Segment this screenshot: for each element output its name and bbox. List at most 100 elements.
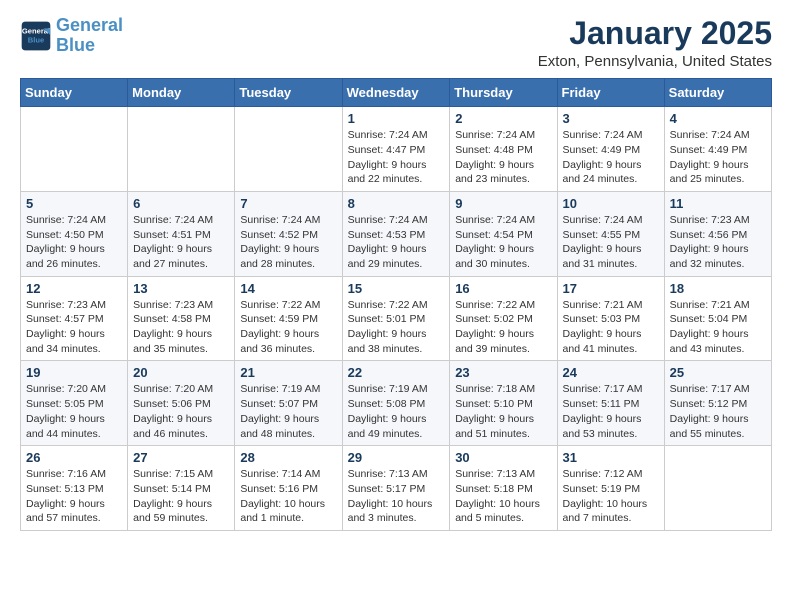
table-row [21,107,128,192]
calendar: Sunday Monday Tuesday Wednesday Thursday… [20,78,772,531]
logo-line2: Blue [56,35,95,55]
table-row [664,446,771,531]
table-row: 11Sunrise: 7:23 AMSunset: 4:56 PMDayligh… [664,191,771,276]
table-row: 16Sunrise: 7:22 AMSunset: 5:02 PMDayligh… [450,276,557,361]
day-info: Sunrise: 7:24 AMSunset: 4:49 PMDaylight:… [563,128,659,187]
table-row: 22 Sunrise: 7:19 AMSunset: 5:08 PMDayligh… [342,361,450,446]
day-number: 1 [348,111,445,126]
day-number: 27 [133,450,229,465]
table-row: 14 Sunrise: 7:22 AMSunset: 4:59 PMDayligh… [235,276,342,361]
table-row: 7 Sunrise: 7:24 AMSunset: 4:52 PMDaylight… [235,191,342,276]
logo: General Blue General Blue [20,16,123,56]
location-title: Exton, Pennsylvania, United States [538,53,772,70]
header-wednesday: Wednesday [342,79,450,107]
table-row: 18Sunrise: 7:21 AMSunset: 5:04 PMDayligh… [664,276,771,361]
day-info: Sunrise: 7:24 AMSunset: 4:54 PMDaylight:… [455,213,551,272]
table-row: 13 Sunrise: 7:23 AMSunset: 4:58 PMDayligh… [128,276,235,361]
day-number: 13 [133,281,229,296]
day-info: Sunrise: 7:21 AMSunset: 5:04 PMDaylight:… [670,298,766,357]
header-monday: Monday [128,79,235,107]
day-info: Sunrise: 7:21 AMSunset: 5:03 PMDaylight:… [563,298,659,357]
calendar-week-3: 12 Sunrise: 7:23 AMSunset: 4:57 PMDayligh… [21,276,772,361]
table-row: 29Sunrise: 7:13 AMSunset: 5:17 PMDayligh… [342,446,450,531]
table-row: 17 Sunrise: 7:21 AMSunset: 5:03 PMDayligh… [557,276,664,361]
header-friday: Friday [557,79,664,107]
day-info: Sunrise: 7:24 AMSunset: 4:51 PMDaylight:… [133,213,229,272]
day-number: 9 [455,196,551,211]
table-row: 26 Sunrise: 7:16 AMSunset: 5:13 PMDayligh… [21,446,128,531]
day-info: Sunrise: 7:16 AMSunset: 5:13 PMDaylight:… [26,467,122,526]
svg-text:General: General [22,26,50,35]
day-info: Sunrise: 7:24 AMSunset: 4:55 PMDaylight:… [563,213,659,272]
svg-text:Blue: Blue [28,36,44,45]
day-number: 31 [563,450,659,465]
table-row: 23 Sunrise: 7:18 AMSunset: 5:10 PMDayligh… [450,361,557,446]
calendar-week-4: 19 Sunrise: 7:20 AMSunset: 5:05 PMDayligh… [21,361,772,446]
table-row: 5Sunrise: 7:24 AMSunset: 4:50 PMDaylight… [21,191,128,276]
day-number: 21 [240,365,336,380]
day-number: 19 [26,365,122,380]
logo-icon: General Blue [20,20,52,52]
logo-text: General Blue [56,16,123,56]
day-info: Sunrise: 7:17 AMSunset: 5:12 PMDaylight:… [670,382,766,441]
header-tuesday: Tuesday [235,79,342,107]
day-number: 23 [455,365,551,380]
day-info: Sunrise: 7:13 AMSunset: 5:18 PMDaylight:… [455,467,551,526]
table-row: 10 Sunrise: 7:24 AMSunset: 4:55 PMDayligh… [557,191,664,276]
table-row [235,107,342,192]
table-row: 21 Sunrise: 7:19 AMSunset: 5:07 PMDayligh… [235,361,342,446]
day-info: Sunrise: 7:15 AMSunset: 5:14 PMDaylight:… [133,467,229,526]
day-info: Sunrise: 7:24 AMSunset: 4:50 PMDaylight:… [26,213,122,272]
day-info: Sunrise: 7:14 AMSunset: 5:16 PMDaylight:… [240,467,336,526]
day-info: Sunrise: 7:24 AMSunset: 4:53 PMDaylight:… [348,213,445,272]
day-number: 17 [563,281,659,296]
day-number: 7 [240,196,336,211]
table-row: 20Sunrise: 7:20 AMSunset: 5:06 PMDayligh… [128,361,235,446]
logo-line1: General [56,15,123,35]
day-number: 28 [240,450,336,465]
day-number: 3 [563,111,659,126]
day-info: Sunrise: 7:23 AMSunset: 4:57 PMDaylight:… [26,298,122,357]
day-info: Sunrise: 7:23 AMSunset: 4:58 PMDaylight:… [133,298,229,357]
day-number: 4 [670,111,766,126]
day-info: Sunrise: 7:24 AMSunset: 4:48 PMDaylight:… [455,128,551,187]
day-number: 10 [563,196,659,211]
day-info: Sunrise: 7:19 AMSunset: 5:07 PMDaylight:… [240,382,336,441]
page: General Blue General Blue January 2025 E… [0,0,792,612]
day-number: 11 [670,196,766,211]
day-number: 24 [563,365,659,380]
day-info: Sunrise: 7:22 AMSunset: 5:01 PMDaylight:… [348,298,445,357]
day-number: 6 [133,196,229,211]
calendar-week-2: 5Sunrise: 7:24 AMSunset: 4:50 PMDaylight… [21,191,772,276]
table-row: 1 Sunrise: 7:24 AMSunset: 4:47 PMDaylight… [342,107,450,192]
day-number: 22 [348,365,445,380]
day-info: Sunrise: 7:22 AMSunset: 4:59 PMDaylight:… [240,298,336,357]
table-row: 25Sunrise: 7:17 AMSunset: 5:12 PMDayligh… [664,361,771,446]
day-info: Sunrise: 7:24 AMSunset: 4:52 PMDaylight:… [240,213,336,272]
table-row: 2Sunrise: 7:24 AMSunset: 4:48 PMDaylight… [450,107,557,192]
calendar-header-row: Sunday Monday Tuesday Wednesday Thursday… [21,79,772,107]
day-info: Sunrise: 7:18 AMSunset: 5:10 PMDaylight:… [455,382,551,441]
day-number: 14 [240,281,336,296]
header: General Blue General Blue January 2025 E… [20,16,772,70]
day-number: 30 [455,450,551,465]
header-thursday: Thursday [450,79,557,107]
day-number: 20 [133,365,229,380]
table-row: 3 Sunrise: 7:24 AMSunset: 4:49 PMDaylight… [557,107,664,192]
day-info: Sunrise: 7:24 AMSunset: 4:47 PMDaylight:… [348,128,445,187]
table-row: 28 Sunrise: 7:14 AMSunset: 5:16 PMDayligh… [235,446,342,531]
day-number: 26 [26,450,122,465]
day-info: Sunrise: 7:19 AMSunset: 5:08 PMDaylight:… [348,382,445,441]
table-row: 15Sunrise: 7:22 AMSunset: 5:01 PMDayligh… [342,276,450,361]
table-row: 12 Sunrise: 7:23 AMSunset: 4:57 PMDayligh… [21,276,128,361]
day-number: 29 [348,450,445,465]
table-row: 31Sunrise: 7:12 AMSunset: 5:19 PMDayligh… [557,446,664,531]
day-info: Sunrise: 7:20 AMSunset: 5:05 PMDaylight:… [26,382,122,441]
table-row: 24Sunrise: 7:17 AMSunset: 5:11 PMDayligh… [557,361,664,446]
table-row: 9 Sunrise: 7:24 AMSunset: 4:54 PMDaylight… [450,191,557,276]
table-row [128,107,235,192]
day-number: 12 [26,281,122,296]
day-number: 8 [348,196,445,211]
month-title: January 2025 [538,16,772,51]
day-info: Sunrise: 7:22 AMSunset: 5:02 PMDaylight:… [455,298,551,357]
